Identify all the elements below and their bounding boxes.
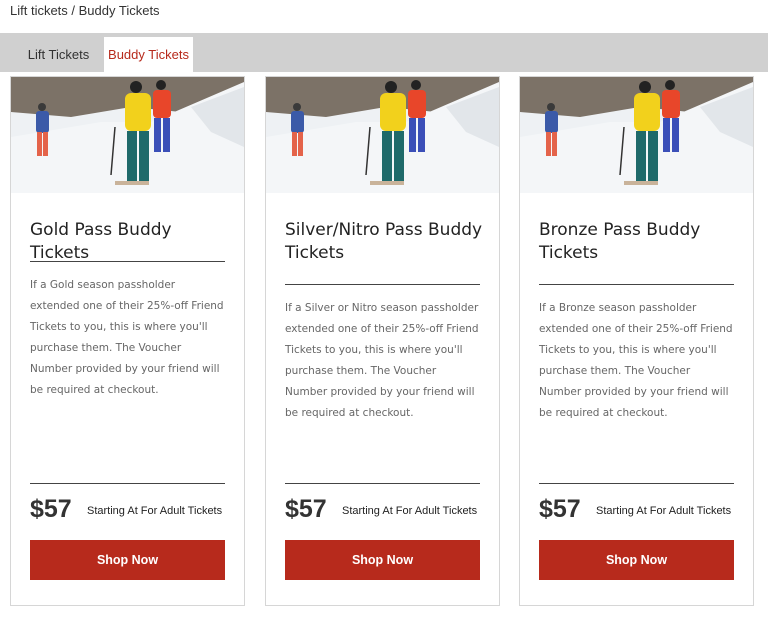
card-description: If a Bronze season passholder extended o…	[539, 302, 733, 419]
price-value: $57	[30, 495, 72, 523]
product-card-gold: Gold Pass Buddy Tickets If a Gold season…	[10, 76, 245, 606]
title-divider	[539, 284, 734, 285]
price-label: Starting At For Adult Tickets	[342, 505, 478, 517]
product-card-bronze: Bronze Pass Buddy Tickets If a Bronze se…	[519, 76, 754, 606]
tab-lift-tickets[interactable]: Lift Tickets	[19, 37, 98, 72]
price-label: Starting At For Adult Tickets	[87, 505, 223, 517]
card-description: If a Silver or Nitro season passholder e…	[285, 302, 479, 419]
skiers-photo	[11, 77, 244, 193]
price-value: $57	[285, 495, 327, 523]
price-value: $57	[539, 495, 581, 523]
card-title: Bronze Pass Buddy Tickets	[539, 220, 701, 263]
shop-now-button[interactable]: Shop Now	[539, 540, 734, 580]
price-divider	[539, 483, 734, 484]
card-title: Gold Pass Buddy Tickets	[30, 220, 172, 263]
tab-buddy-tickets[interactable]: Buddy Tickets	[104, 37, 193, 72]
skiers-photo	[266, 77, 499, 193]
tab-bar: Lift Tickets Buddy Tickets	[0, 33, 768, 72]
price-divider	[30, 483, 225, 484]
product-card-silver-nitro: Silver/Nitro Pass Buddy Tickets If a Sil…	[265, 76, 500, 606]
shop-now-button[interactable]: Shop Now	[285, 540, 480, 580]
card-description: If a Gold season passholder extended one…	[30, 279, 224, 396]
price-divider	[285, 483, 480, 484]
shop-now-button[interactable]: Shop Now	[30, 540, 225, 580]
skiers-photo	[520, 77, 753, 193]
price-label: Starting At For Adult Tickets	[596, 505, 732, 517]
title-divider	[30, 261, 225, 262]
card-title: Silver/Nitro Pass Buddy Tickets	[285, 220, 483, 263]
title-divider	[285, 284, 480, 285]
breadcrumb: Lift tickets / Buddy Tickets	[10, 3, 160, 18]
